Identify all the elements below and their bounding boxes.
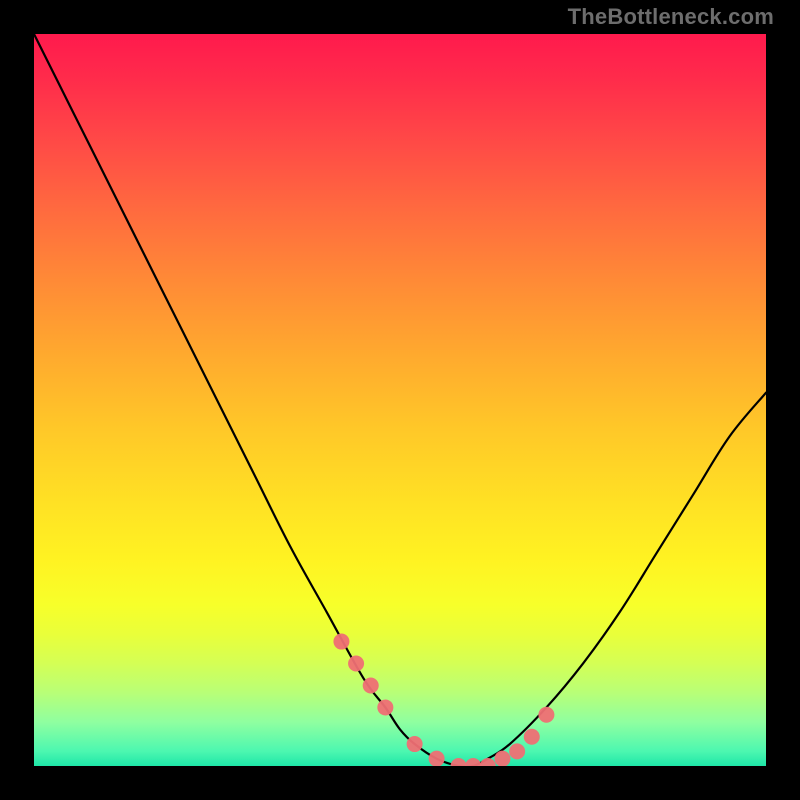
marker-dot — [509, 743, 525, 759]
watermark-text: TheBottleneck.com — [568, 6, 774, 28]
curve-layer — [34, 34, 766, 766]
marker-dot — [538, 707, 554, 723]
marker-dot — [348, 656, 364, 672]
marker-dot — [465, 758, 481, 766]
marker-dot — [363, 677, 379, 693]
marker-dot — [494, 751, 510, 766]
marker-dot — [407, 736, 423, 752]
marker-dot — [377, 699, 393, 715]
curve-markers — [333, 634, 554, 766]
chart-container: TheBottleneck.com — [0, 0, 800, 800]
marker-dot — [524, 729, 540, 745]
marker-dot — [333, 634, 349, 650]
marker-dot — [429, 751, 445, 766]
marker-dot — [480, 758, 496, 766]
marker-dot — [451, 758, 467, 766]
bottleneck-curve — [34, 34, 766, 766]
plot-area — [34, 34, 766, 766]
